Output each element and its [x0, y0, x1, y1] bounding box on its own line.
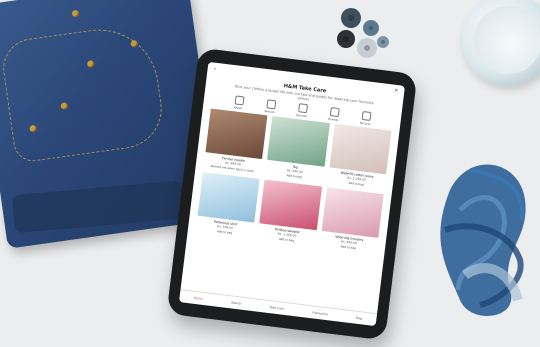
category-label: Rewear: [327, 116, 339, 123]
product-image[interactable]: [329, 123, 392, 175]
spray-icon: [265, 99, 276, 110]
category-label: Refresh: [264, 109, 276, 115]
water-glass: [462, 0, 540, 86]
product-photo-scene: ‹ ✕ H&M Take Care Give your clothes a lo…: [0, 0, 540, 347]
back-arrow-icon[interactable]: ‹: [213, 66, 216, 73]
scissors-icon: [297, 103, 308, 114]
button-disc: [363, 20, 379, 36]
tablet-device: ‹ ✕ H&M Take Care Give your clothes a lo…: [166, 47, 418, 341]
product-card[interactable]: Knitted sweater Rs. 1,499.00 Add to bag: [258, 179, 322, 246]
product-image[interactable]: [197, 171, 260, 223]
sewing-buttons: [335, 6, 395, 61]
category-recycle[interactable]: Recycle: [354, 110, 378, 127]
glass-water: [474, 6, 540, 74]
product-image[interactable]: [259, 179, 322, 231]
product-grid: Tie-dye hoodie Rs. 899.00 Remind me when…: [196, 108, 392, 252]
tablet-screen: ‹ ✕ H&M Take Care Give your clothes a lo…: [178, 61, 406, 327]
category-label: Repair: [233, 105, 243, 111]
product-card[interactable]: Patterned shirt Rs. 699.00 Add to bag: [196, 171, 260, 238]
product-card[interactable]: Top Rs. 499.00 Add to bag: [265, 116, 330, 182]
button-disc: [341, 8, 361, 28]
product-card[interactable]: Wide-leg trousers Rs. 999.00 Add to bag: [320, 187, 384, 253]
category-label: Remake: [295, 112, 308, 119]
blue-yarn-bundle: [440, 164, 526, 317]
product-card[interactable]: Tie-dye hoodie Rs. 899.00 Remind me when…: [204, 108, 268, 174]
category-repair[interactable]: Repair: [227, 95, 251, 112]
product-card[interactable]: Wide-fit cotton jeans Rs. 1,299.00 Add t…: [327, 123, 392, 190]
needle-icon: [234, 95, 245, 106]
category-label: Recycle: [359, 120, 371, 127]
hanger-icon: [329, 107, 340, 118]
product-image[interactable]: [205, 108, 268, 160]
close-icon[interactable]: ✕: [394, 88, 399, 94]
category-rewear[interactable]: Rewear: [322, 106, 346, 123]
jeans-hem: [11, 180, 185, 234]
tab-bag[interactable]: Bag: [356, 316, 362, 321]
button-disc: [337, 30, 355, 48]
button-disc: [377, 36, 389, 48]
tab-take-care[interactable]: Take Care: [269, 305, 284, 311]
recycle-icon: [361, 110, 372, 121]
jeans-rivet: [71, 9, 80, 18]
tab-search[interactable]: Search: [231, 300, 242, 305]
button-disc: [357, 38, 377, 58]
product-image[interactable]: [321, 187, 384, 238]
tab-favourites[interactable]: Favourites: [312, 310, 328, 316]
category-remake[interactable]: Remake: [290, 102, 314, 119]
tab-home[interactable]: Home: [194, 296, 203, 301]
product-image[interactable]: [267, 116, 330, 167]
jeans-pocket-seam: [0, 21, 167, 164]
category-refresh[interactable]: Refresh: [259, 98, 283, 115]
bottom-tab-bar: Home Search Take Care Favourites Bag: [178, 289, 378, 327]
